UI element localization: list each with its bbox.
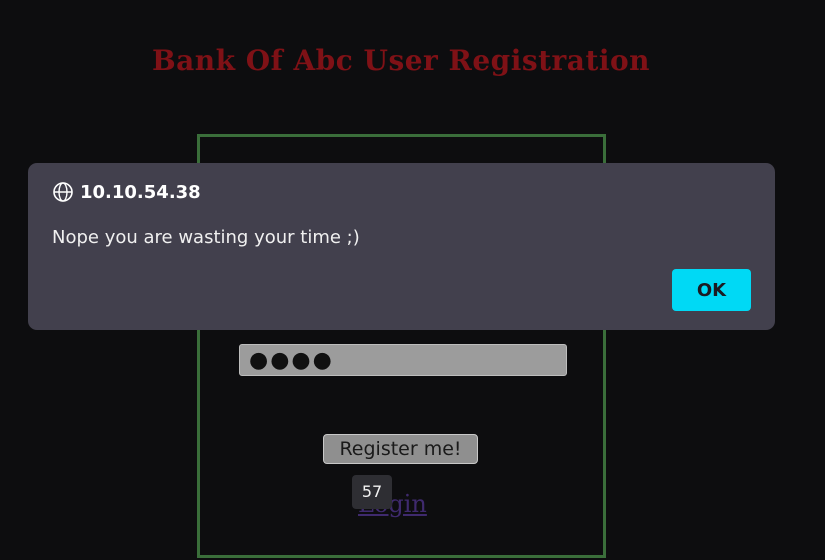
tooltip-badge: 57 [352, 475, 392, 509]
alert-origin: 10.10.54.38 [52, 181, 201, 203]
ok-button[interactable]: OK [672, 269, 751, 311]
password-field[interactable]: ●●●● [239, 344, 567, 376]
globe-icon [53, 182, 73, 202]
alert-dialog: 10.10.54.38 Nope you are wasting your ti… [28, 163, 775, 330]
alert-origin-text: 10.10.54.38 [80, 181, 201, 203]
page-title: Bank Of Abc User Registration [151, 44, 651, 77]
register-button[interactable]: Register me! [323, 434, 478, 464]
alert-message: Nope you are wasting your time ;) [52, 227, 360, 248]
